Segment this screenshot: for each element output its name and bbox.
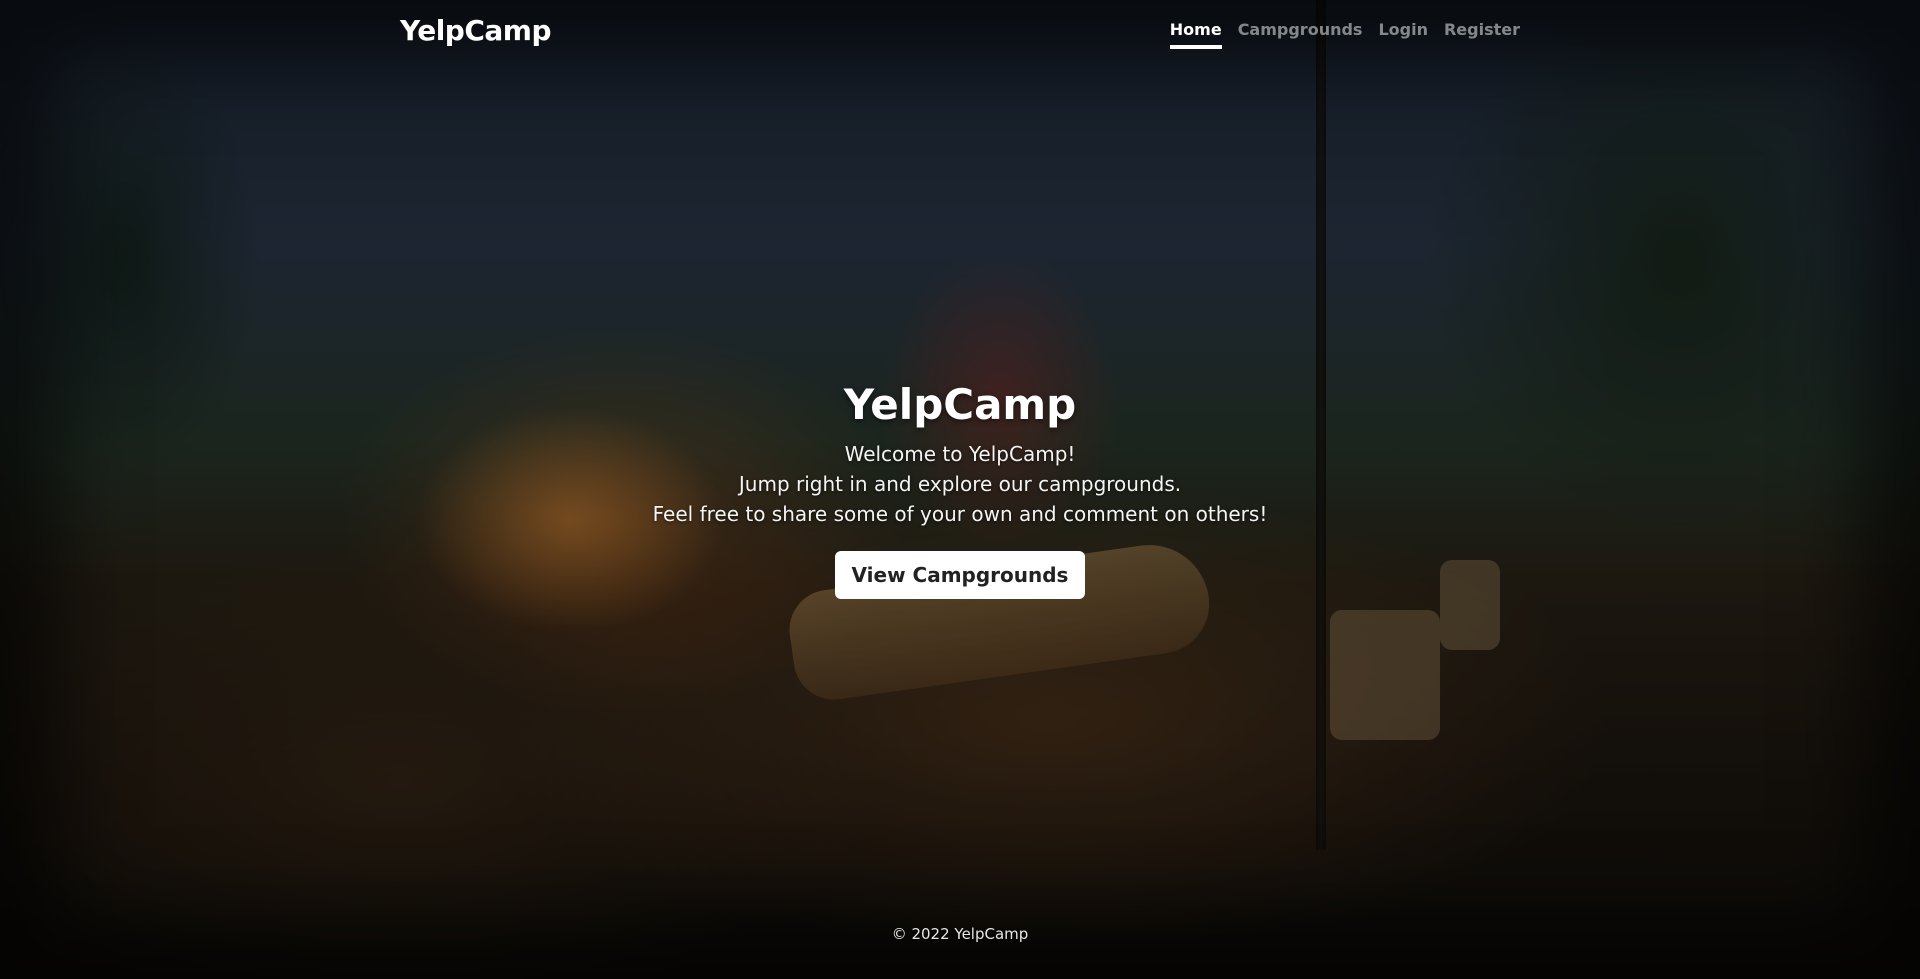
nav-link-login[interactable]: Login [1378, 20, 1428, 49]
main-nav: Home Campgrounds Login Register [1169, 20, 1520, 49]
nav-link-home[interactable]: Home [1169, 20, 1222, 49]
view-campgrounds-button[interactable]: View Campgrounds [834, 551, 1086, 599]
brand-logo[interactable]: YelpCamp [400, 14, 552, 47]
hero-line-explore: Jump right in and explore our campground… [738, 472, 1182, 496]
hero-section: YelpCamp Welcome to YelpCamp! Jump right… [0, 380, 1920, 599]
hero-title: YelpCamp [843, 380, 1077, 429]
footer-copyright: © 2022 YelpCamp [891, 925, 1029, 943]
nav-link-campgrounds[interactable]: Campgrounds [1238, 20, 1363, 49]
nav-link-register[interactable]: Register [1444, 20, 1520, 49]
landing-page: YelpCamp Home Campgrounds Login Register… [0, 0, 1920, 979]
footer: © 2022 YelpCamp [0, 925, 1920, 943]
hero-line-welcome: Welcome to YelpCamp! [844, 442, 1076, 466]
hero-line-share: Feel free to share some of your own and … [652, 502, 1268, 526]
